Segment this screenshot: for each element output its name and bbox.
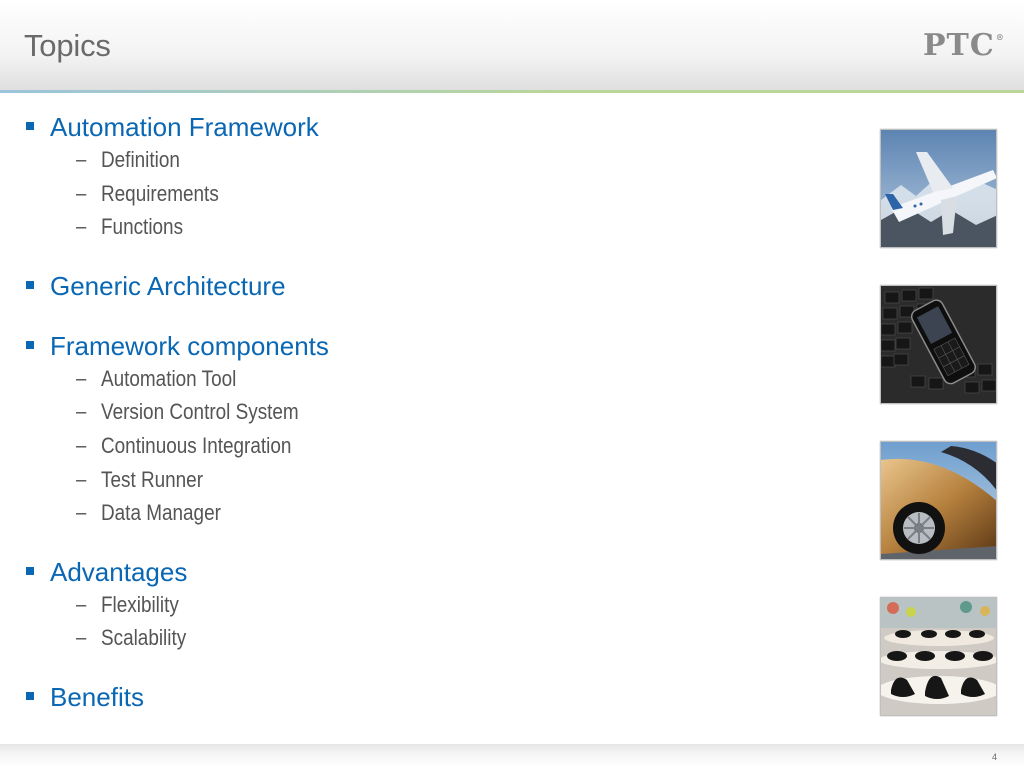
car-image: [881, 442, 996, 559]
ptc-logo: PTC®: [923, 28, 1005, 63]
topic-item: Framework components – Automation Tool – V…: [24, 331, 824, 533]
dash-icon: –: [76, 433, 87, 457]
dash-icon: –: [76, 181, 87, 205]
square-bullet-icon: [26, 691, 34, 700]
square-bullet-icon: [26, 280, 34, 289]
airplane-image: [881, 130, 996, 247]
dash-icon: –: [76, 501, 87, 525]
subtopic-label: Version Control System: [101, 399, 299, 425]
subtopic-label: Definition: [101, 147, 180, 172]
subtopic-label: Automation Tool: [101, 365, 237, 391]
subtopic-label: Requirements: [101, 180, 219, 206]
phone-keyboard-image: [881, 286, 996, 403]
dash-icon: –: [76, 400, 87, 424]
topic-label: Framework components: [50, 330, 329, 361]
subtopic-item: – Data Manager: [24, 499, 824, 533]
subtopic-label: Continuous Integration: [101, 432, 292, 458]
subtopic-item: – Flexibility: [24, 591, 824, 625]
subtopic-label: Data Manager: [101, 500, 221, 526]
airplane-photo: [880, 129, 997, 248]
dash-icon: –: [76, 148, 87, 171]
registered-mark: ®: [995, 32, 1005, 42]
page-number: 4: [992, 752, 998, 762]
subtopic-item: – Requirements: [24, 180, 824, 214]
topic-item: Advantages – Flexibility – Scalability: [24, 557, 824, 658]
topic-item: Automation Framework – Definition – Requir…: [24, 112, 824, 247]
topic-label: Advantages: [50, 556, 188, 587]
dash-icon: –: [76, 215, 87, 239]
square-bullet-icon: [26, 566, 34, 575]
dash-icon: –: [76, 626, 87, 650]
dash-icon: –: [76, 592, 87, 616]
topic-label: Automation Framework: [50, 112, 319, 142]
subtopic-label: Flexibility: [101, 591, 179, 617]
subtopic-item: – Test Runner: [24, 466, 824, 500]
phone-on-keyboard-photo: [880, 285, 997, 404]
subtopic-label: Test Runner: [101, 466, 204, 492]
topic-item: Generic Architecture: [24, 271, 824, 303]
subtopic-item: – Functions: [24, 213, 824, 247]
slide-header: [0, 0, 1024, 92]
square-bullet-icon: [26, 340, 34, 349]
slide-footer: [0, 744, 1024, 768]
header-divider: [0, 90, 1024, 93]
subtopic-item: – Scalability: [24, 624, 824, 658]
slide-title: Topics: [24, 28, 111, 63]
dash-icon: –: [76, 467, 87, 491]
subtopic-item: – Continuous Integration: [24, 432, 824, 466]
shoes-display-photo: [880, 597, 997, 716]
subtopic-label: Functions: [101, 214, 184, 240]
topic-label: Benefits: [50, 681, 144, 712]
shoes-image: [881, 598, 996, 715]
topic-item: Benefits: [24, 682, 824, 714]
topic-label: Generic Architecture: [50, 270, 286, 301]
topics-list: Automation Framework – Definition – Requir…: [24, 112, 824, 714]
subtopic-label: Scalability: [101, 625, 187, 651]
car-wheel-photo: [880, 441, 997, 560]
dash-icon: –: [76, 366, 87, 390]
subtopic-item: – Definition: [24, 146, 824, 180]
square-bullet-icon: [26, 122, 34, 130]
subtopic-item: – Automation Tool: [24, 365, 824, 399]
logo-text: PTC: [923, 28, 995, 63]
subtopic-item: – Version Control System: [24, 398, 824, 432]
